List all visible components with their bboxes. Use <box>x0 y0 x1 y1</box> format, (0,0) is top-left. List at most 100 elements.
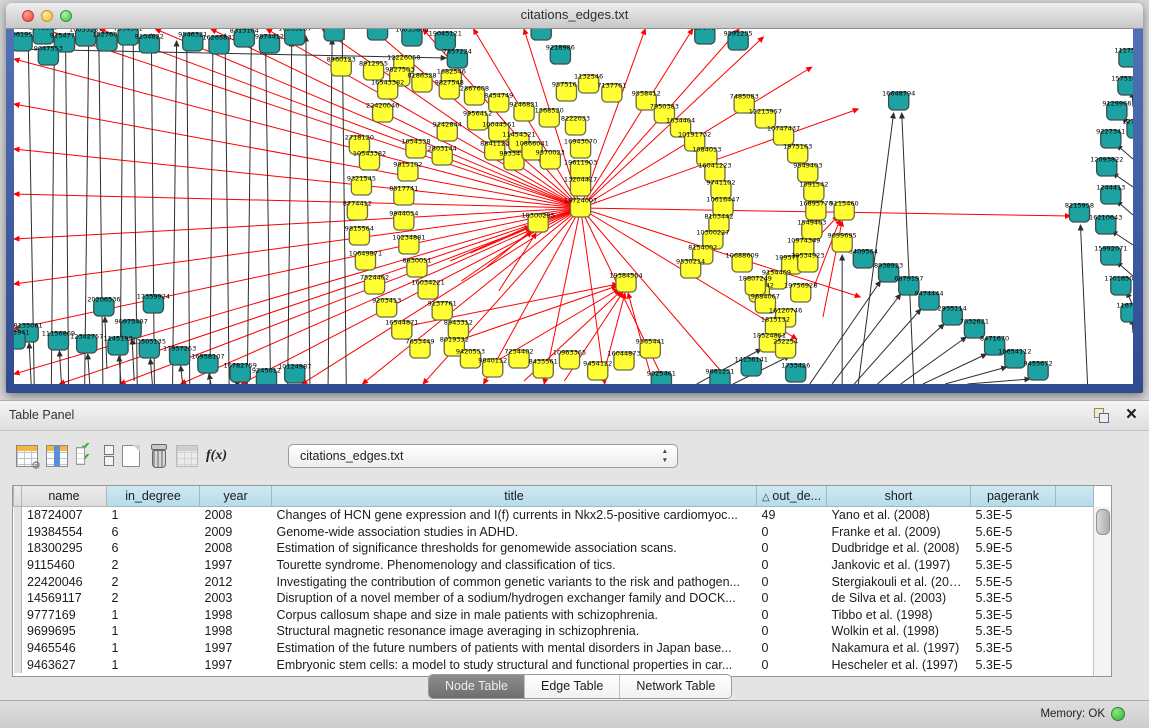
graph-edge[interactable] <box>44 29 580 208</box>
sort-ascending-icon: △ <box>762 492 772 503</box>
graph-edge[interactable] <box>923 354 987 384</box>
graph-edge[interactable] <box>328 39 332 384</box>
graph-edge[interactable] <box>901 337 967 384</box>
graph-node-label: 252254 <box>773 338 798 346</box>
graph-node-label: 10300227 <box>696 229 729 237</box>
delete-icon[interactable] <box>148 445 168 467</box>
graph-edge[interactable] <box>59 351 61 384</box>
graph-edge[interactable] <box>288 41 292 384</box>
column-header-pagerank[interactable]: pagerank <box>971 486 1056 507</box>
graph-node-label: 8943312 <box>444 319 473 327</box>
column-header-year[interactable]: year <box>200 486 272 507</box>
vertical-scrollbar[interactable] <box>1093 507 1111 676</box>
new-file-icon[interactable] <box>122 445 140 467</box>
graph-node-label: 7485083 <box>730 93 759 101</box>
network-window: citations_edges.txt 20619558562219915477… <box>6 3 1143 393</box>
graph-edge[interactable] <box>181 366 183 384</box>
row-gutter <box>14 557 22 574</box>
tab-node-table[interactable]: Node Table <box>429 675 525 698</box>
tab-network-table[interactable]: Network Table <box>620 675 731 698</box>
column-header-in_degree[interactable]: in_degree <box>107 486 200 507</box>
function-builder-icon[interactable]: f(x) <box>206 445 227 467</box>
cell-short: Jankovic et al. (1997) <box>827 557 971 574</box>
column-header-name[interactable]: name <box>22 486 107 507</box>
table-row[interactable]: 1456911722003Disruption of a novel membe… <box>14 590 1094 607</box>
graph-node[interactable] <box>324 29 344 41</box>
memory-ok-icon[interactable] <box>1111 707 1125 721</box>
window-titlebar[interactable]: citations_edges.txt <box>6 3 1143 29</box>
table-row[interactable]: 977716911998Corpus callosum shape and si… <box>14 607 1094 624</box>
graph-node-label: 9874412 <box>255 33 284 41</box>
table-row[interactable]: 946554611997Estimation of the future num… <box>14 640 1094 657</box>
graph-node-label: 8630051 <box>402 257 431 265</box>
graph-edge[interactable] <box>187 36 190 384</box>
column-header-out_degree[interactable]: △ out_de... <box>757 486 827 507</box>
graph-node-label: 1054338 <box>401 138 430 146</box>
graph-edge[interactable] <box>151 34 154 384</box>
table-row[interactable]: 2242004622012Investigating the contribut… <box>14 573 1094 590</box>
import-table-icon[interactable] <box>176 445 198 467</box>
graph-edge[interactable] <box>265 35 270 384</box>
table-row[interactable]: 1830029562008Estimation of significance … <box>14 540 1094 557</box>
cell-year: 1997 <box>200 656 272 673</box>
close-panel-icon[interactable]: × <box>1126 403 1137 427</box>
column-header-title[interactable]: title <box>272 486 757 507</box>
graph-edge[interactable] <box>247 40 251 384</box>
graph-node-label: 9815564 <box>345 225 374 233</box>
graph-edge[interactable] <box>14 49 446 58</box>
graph-edge[interactable] <box>14 208 581 374</box>
graph-node[interactable] <box>531 29 551 40</box>
cell-title: Tourette syndrome. Phenomenology and cla… <box>272 557 757 574</box>
graph-edge[interactable] <box>810 281 881 384</box>
table-panel-title: Table Panel <box>9 408 74 422</box>
row-gutter <box>14 540 22 557</box>
graph-edge[interactable] <box>173 41 177 384</box>
graph-edge[interactable] <box>14 208 581 239</box>
select-rows-icon[interactable] <box>76 445 94 467</box>
table-row[interactable]: 1938455462009Genome-wide association stu… <box>14 524 1094 541</box>
graph-edge[interactable] <box>105 317 107 369</box>
network-canvas[interactable]: 2061955856221991547731005528715276027594… <box>14 29 1133 384</box>
graph-node-label: 15751874 <box>1111 75 1133 83</box>
cell-out_degree: 49 <box>757 507 827 524</box>
graph-edge[interactable] <box>225 34 229 384</box>
graph-edge[interactable] <box>14 208 581 284</box>
cell-short: Wolkin et al. (1998) <box>827 623 971 640</box>
table-panel-titlebar[interactable]: Table Panel × <box>0 401 1149 431</box>
graph-edge[interactable] <box>29 343 31 384</box>
show-column-icon[interactable] <box>46 445 68 467</box>
graph-node-label: 1084033 <box>692 146 721 154</box>
row-gutter-header <box>14 486 22 507</box>
graph-node-label: 1167533 <box>1116 302 1133 310</box>
scrollbar-thumb[interactable] <box>1096 509 1110 535</box>
graph-edge[interactable] <box>967 379 1030 384</box>
cell-title: Embryonic stem cells: a model to study s… <box>272 656 757 673</box>
table-select-dropdown[interactable]: citations_edges.txt ▲▼ <box>288 444 678 468</box>
cell-year: 1997 <box>200 640 272 657</box>
graph-edge[interactable] <box>902 113 914 384</box>
table-row[interactable]: 1872400712008Changes of HCN gene express… <box>14 507 1094 524</box>
graph-node-label: 10974349 <box>787 237 820 245</box>
graph-edge[interactable] <box>877 324 944 384</box>
graph-edge[interactable] <box>581 208 605 384</box>
column-chooser-icon[interactable] <box>102 445 114 467</box>
graph-edge[interactable] <box>450 226 530 261</box>
float-panel-icon[interactable] <box>1094 408 1109 423</box>
graph-edge[interactable] <box>854 309 921 384</box>
graph-node-label: 8841123 <box>480 140 509 148</box>
graph-edge[interactable] <box>306 36 310 384</box>
graph-node[interactable] <box>367 29 387 40</box>
table-settings-icon[interactable] <box>16 445 38 467</box>
graph-edge[interactable] <box>14 194 581 208</box>
table-row[interactable]: 969969511998Structural magnetic resonanc… <box>14 623 1094 640</box>
tab-edge-table[interactable]: Edge Table <box>525 675 620 698</box>
graph-edge[interactable] <box>88 354 90 384</box>
graph-node-label: 8960123 <box>327 56 356 64</box>
table-row[interactable]: 946362711997Embryonic stem cells: a mode… <box>14 656 1094 673</box>
graph-node-label: 8222033 <box>561 115 590 123</box>
cell-filler <box>1056 590 1094 607</box>
graph-edge[interactable] <box>1080 225 1087 384</box>
column-header-short[interactable]: short <box>827 486 971 507</box>
table-row[interactable]: 911546021997Tourette syndrome. Phenomeno… <box>14 557 1094 574</box>
graph-node-label: 3915941 <box>14 329 30 337</box>
